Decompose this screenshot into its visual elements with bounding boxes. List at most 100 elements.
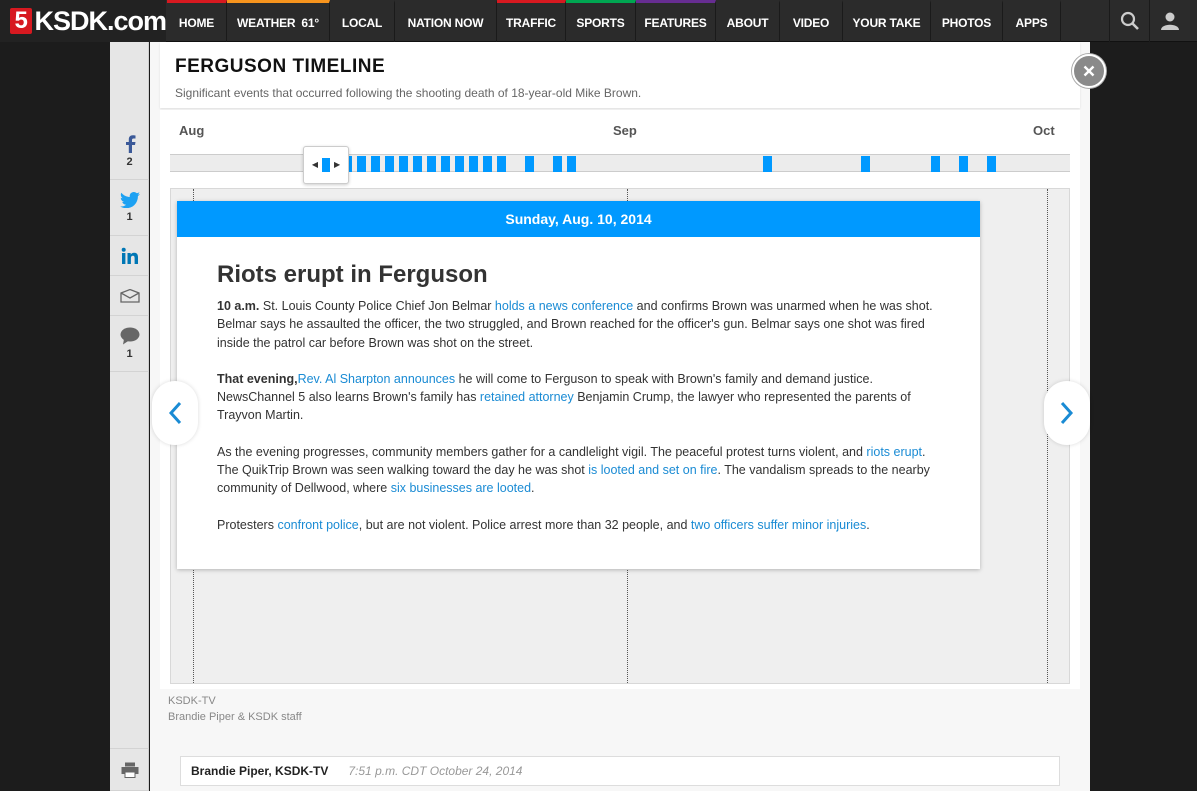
nav-item-nation-now[interactable]: Nation Now xyxy=(395,0,497,42)
print-button[interactable] xyxy=(110,748,149,791)
search-icon[interactable] xyxy=(1109,0,1149,42)
event-tick[interactable] xyxy=(371,156,380,172)
event-tick[interactable] xyxy=(861,156,870,172)
nav-item-features[interactable]: Features xyxy=(636,0,716,42)
credit-source: KSDK-TV xyxy=(168,695,216,707)
facebook-icon xyxy=(125,135,135,153)
slider-handle-mark xyxy=(322,158,330,172)
event-tick[interactable] xyxy=(469,156,478,172)
event-body: Riots erupt in Ferguson 10 a.m. St. Loui… xyxy=(177,237,980,534)
email-share-button[interactable] xyxy=(110,276,149,316)
nav-item-label: Features xyxy=(644,15,707,30)
next-event-button[interactable] xyxy=(1044,381,1090,445)
nav-item-label: Video xyxy=(792,15,830,30)
nav-item-video[interactable]: Video xyxy=(780,0,843,42)
nav-item-label: Sports xyxy=(576,15,625,30)
event-tick[interactable] xyxy=(931,156,940,172)
event-tick[interactable] xyxy=(385,156,394,172)
officers-injuries-link[interactable]: two officers suffer minor injuries xyxy=(691,518,866,532)
event-headline: Riots erupt in Ferguson xyxy=(217,261,488,288)
month-label-sep: Sep xyxy=(613,123,637,138)
page-title: FERGUSON TIMELINE xyxy=(175,56,386,77)
envelope-icon xyxy=(119,288,140,303)
nav-item-weather[interactable]: Weather 61° xyxy=(227,0,330,42)
event-tick[interactable] xyxy=(441,156,450,172)
nav-item-home[interactable]: Home xyxy=(167,0,227,42)
event-card: Sunday, Aug. 10, 2014 Riots erupt in Fer… xyxy=(177,201,980,569)
paragraph-text: . xyxy=(866,517,870,532)
nav-item-label: Your Take xyxy=(852,15,921,30)
confront-police-link[interactable]: confront police xyxy=(277,518,358,532)
event-paragraph: As the evening progresses, community mem… xyxy=(217,443,940,498)
close-icon xyxy=(1083,65,1095,77)
event-paragraph: That evening,Rev. Al Sharpton announces … xyxy=(217,370,940,425)
linkedin-share-button[interactable] xyxy=(110,236,149,276)
comment-icon xyxy=(120,327,139,345)
close-button[interactable] xyxy=(1072,54,1106,88)
twitter-share-button[interactable]: 1 xyxy=(110,180,149,236)
event-date: Sunday, Aug. 10, 2014 xyxy=(177,201,980,237)
chevron-right-icon xyxy=(1060,401,1074,425)
twitter-count: 1 xyxy=(126,211,133,223)
event-tick[interactable] xyxy=(525,156,534,172)
nav-item-label: Nation Now xyxy=(407,15,484,30)
paragraph-text: , but are not violent. Police arrest mor… xyxy=(358,517,691,532)
month-label-aug: Aug xyxy=(179,123,205,138)
nav-item-apps[interactable]: Apps xyxy=(1003,0,1061,42)
page-subtitle: Significant events that occurred followi… xyxy=(175,86,642,100)
time-label: That evening, xyxy=(217,371,298,386)
facebook-count: 2 xyxy=(126,156,133,168)
month-label-oct: Oct xyxy=(1033,123,1055,138)
event-tick[interactable] xyxy=(959,156,968,172)
top-navigation: 5 KSDK.com Home Weather 61° Local Nation Now… xyxy=(0,0,1197,42)
timeline: Aug Sep Oct ◀ ▶ Sunday, Aug. 10, 2014 Riot… xyxy=(160,110,1080,689)
nav-item-sports[interactable]: Sports xyxy=(566,0,636,42)
user-icon[interactable] xyxy=(1149,0,1189,42)
sharpton-link[interactable]: Rev. Al Sharpton announces xyxy=(298,372,456,386)
looted-fire-link[interactable]: is looted and set on fire xyxy=(588,463,717,477)
event-tick[interactable] xyxy=(427,156,436,172)
nav-item-about[interactable]: About xyxy=(716,0,780,42)
event-tick[interactable] xyxy=(357,156,366,172)
riots-erupt-link[interactable]: riots erupt xyxy=(866,445,922,459)
nav-item-photos[interactable]: Photos xyxy=(931,0,1003,42)
attorney-link[interactable]: retained attorney xyxy=(480,390,574,404)
event-tick[interactable] xyxy=(399,156,408,172)
event-paragraph: Protesters confront police, but are not … xyxy=(217,516,940,534)
comments-button[interactable]: 1 xyxy=(110,316,149,372)
six-businesses-link[interactable]: six businesses are looted xyxy=(391,481,531,495)
printer-icon xyxy=(121,762,138,778)
paragraph-text: . xyxy=(531,481,535,496)
event-tick[interactable] xyxy=(483,156,492,172)
paragraph-text: St. Louis County Police Chief Jon Belmar xyxy=(259,299,495,313)
weather-temperature: 61° xyxy=(301,15,319,30)
site-logo[interactable]: 5 KSDK.com xyxy=(0,0,167,42)
nav-item-local[interactable]: Local xyxy=(330,0,395,42)
logo-number: 5 xyxy=(10,8,33,34)
twitter-icon xyxy=(119,192,140,208)
previous-event-button[interactable] xyxy=(152,381,198,445)
timeline-slider-handle[interactable]: ◀ ▶ xyxy=(303,146,349,184)
nav-item-traffic[interactable]: Traffic xyxy=(497,0,566,42)
nav-item-label: Local xyxy=(341,15,383,30)
byline: Brandie Piper, KSDK-TV 7:51 p.m. CDT Oct… xyxy=(180,756,1060,786)
event-stage: Sunday, Aug. 10, 2014 Riots erupt in Fer… xyxy=(170,188,1070,684)
nav-item-label: Traffic xyxy=(506,15,556,30)
event-tick[interactable] xyxy=(763,156,772,172)
paragraph-text: As the evening progresses, community mem… xyxy=(217,444,867,459)
news-conference-link[interactable]: holds a news conference xyxy=(495,299,633,313)
logo-text: KSDK.com xyxy=(34,5,167,36)
share-sidebar: 2 1 1 xyxy=(110,42,149,791)
event-paragraph: 10 a.m. St. Louis County Police Chief Jo… xyxy=(217,297,940,352)
event-tick[interactable] xyxy=(455,156,464,172)
event-tick[interactable] xyxy=(987,156,996,172)
credit-staff: Brandie Piper & KSDK staff xyxy=(168,711,302,723)
event-tick[interactable] xyxy=(553,156,562,172)
nav-item-your-take[interactable]: Your Take xyxy=(843,0,931,42)
event-tick[interactable] xyxy=(413,156,422,172)
event-tick[interactable] xyxy=(567,156,576,172)
facebook-share-button[interactable]: 2 xyxy=(110,124,149,180)
nav-menu: Home Weather 61° Local Nation Now Traffic Spor… xyxy=(167,0,1061,42)
time-label: 10 a.m. xyxy=(217,299,260,313)
event-tick[interactable] xyxy=(497,156,506,172)
